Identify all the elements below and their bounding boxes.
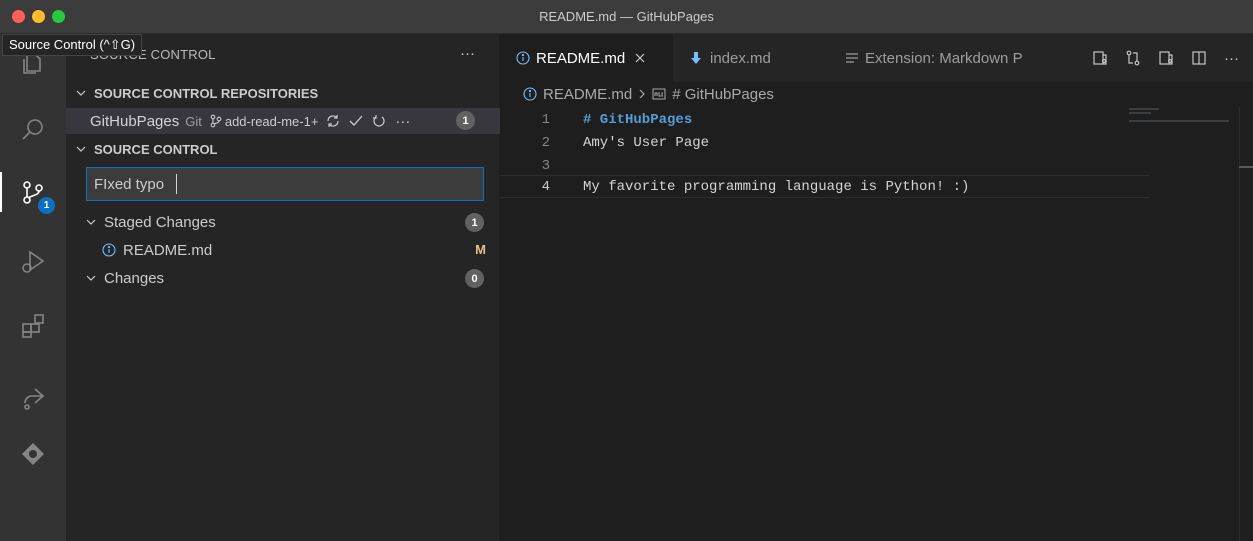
changes-count-badge: 0 [465, 269, 484, 288]
open-preview-side-button[interactable] [1158, 50, 1174, 66]
repo-provider: Git [185, 113, 202, 129]
breadcrumb: README.md # GitHubPages [500, 82, 774, 106]
code-editor[interactable]: 1 # GitHubPages 2 Amy's User Page 3 4 My… [500, 106, 1253, 541]
tab-extension-label: Extension: Markdown P [865, 49, 1023, 67]
branch-icon [210, 114, 222, 128]
changes-header[interactable]: Changes 0 [66, 265, 500, 291]
open-changes-button[interactable] [1125, 50, 1141, 66]
open-preview-button[interactable] [1092, 50, 1108, 66]
chevron-right-icon [639, 89, 646, 99]
repo-more-button[interactable]: ··· [395, 113, 410, 130]
run-debug-icon [22, 250, 45, 273]
staged-file-name: README.md [123, 241, 213, 259]
scroll-position-marker [1239, 166, 1253, 168]
staged-count-badge: 1 [465, 213, 484, 232]
gitlens-icon [22, 443, 44, 465]
search-icon [22, 119, 43, 140]
preview-side-icon [1159, 51, 1173, 65]
staged-file-row[interactable]: README.md M [66, 237, 500, 263]
line-text: # GitHubPages [583, 111, 693, 128]
branch-name: add-read-me-1+ [224, 113, 319, 129]
extensions-icon [22, 314, 44, 338]
tab-readme-label: README.md [536, 49, 626, 67]
breadcrumb-file[interactable]: README.md [543, 86, 632, 103]
commit-check-icon[interactable] [349, 114, 363, 128]
chevron-down-icon [86, 275, 96, 281]
changes-label: Changes [104, 269, 165, 287]
info-icon [102, 243, 116, 257]
text-cursor [176, 174, 177, 194]
sync-icon[interactable] [326, 114, 340, 128]
commit-message-input[interactable] [86, 167, 484, 201]
repositories-section-header[interactable]: SOURCE CONTROL REPOSITORIES [66, 81, 500, 105]
run-debug-button[interactable] [0, 232, 66, 292]
line-number: 2 [541, 134, 550, 151]
source-control-tooltip: Source Control (^⇧G) [2, 34, 143, 56]
code-line: 2 Amy's User Page [500, 131, 1150, 154]
list-icon [846, 53, 858, 63]
source-control-badge: 1 [38, 197, 55, 214]
line-text: My favorite programming language is Pyth… [583, 178, 970, 195]
git-compare-icon [1126, 50, 1140, 66]
tab-index[interactable]: index.md [673, 34, 825, 82]
info-icon [523, 87, 537, 101]
search-button[interactable] [0, 100, 66, 160]
chevron-down-icon [76, 146, 86, 152]
extensions-button[interactable] [0, 296, 66, 356]
editor-actions: ··· [1092, 34, 1253, 82]
activity-bar: 1 [0, 34, 66, 541]
chevron-down-icon [86, 219, 96, 225]
live-share-icon [24, 388, 45, 410]
split-editor-button[interactable] [1191, 50, 1207, 66]
tab-index-label: index.md [710, 49, 771, 67]
breadcrumb-symbol[interactable]: # GitHubPages [672, 86, 774, 103]
live-share-button[interactable] [0, 368, 66, 428]
preview-icon [1093, 51, 1107, 65]
source-control-section-header[interactable]: SOURCE CONTROL [66, 137, 500, 161]
string-symbol-icon [652, 88, 666, 100]
window-title: README.md — GitHubPages [539, 9, 714, 24]
code-line: 1 # GitHubPages [500, 108, 1150, 131]
split-editor-icon [1192, 51, 1206, 65]
modified-status-badge: M [475, 242, 486, 257]
branch-button[interactable]: add-read-me-1+ [210, 113, 319, 129]
staged-changes-header[interactable]: Staged Changes 1 [66, 209, 500, 235]
repo-name: GitHubPages [90, 112, 180, 130]
line-number: 1 [541, 111, 550, 128]
current-code-line: 4 My favorite programming language is Py… [500, 175, 1150, 198]
staged-changes-label: Staged Changes [104, 213, 216, 231]
minimap[interactable] [1129, 106, 1239, 146]
repositories-section-label: SOURCE CONTROL REPOSITORIES [94, 85, 319, 101]
editor-tabs: README.md index.md Extension: Markdown P… [500, 34, 1253, 82]
repo-count-badge: 1 [456, 111, 475, 130]
repository-row[interactable]: GitHubPages Git add-read-me-1+ ··· 1 [66, 108, 500, 134]
tab-readme[interactable]: README.md [500, 34, 673, 82]
title-bar: README.md — GitHubPages [0, 0, 1253, 34]
source-control-section-label: SOURCE CONTROL [94, 141, 218, 157]
line-number: 3 [541, 157, 550, 174]
line-number: 4 [541, 178, 550, 195]
info-icon [516, 51, 530, 65]
tab-extension[interactable]: Extension: Markdown P [825, 34, 1042, 82]
gitlens-button[interactable] [0, 424, 66, 484]
sidebar-more-button[interactable]: ··· [460, 45, 475, 62]
editor-scrollbar[interactable] [1239, 106, 1253, 541]
line-text: Amy's User Page [583, 134, 710, 151]
editor-more-button[interactable]: ··· [1224, 50, 1239, 67]
refresh-icon[interactable] [372, 114, 386, 128]
source-control-button[interactable]: 1 [0, 162, 66, 222]
close-icon[interactable] [634, 52, 646, 64]
chevron-down-icon [76, 90, 86, 96]
markdown-icon [691, 52, 701, 64]
source-control-sidebar: SOURCE CONTROL ··· SOURCE CONTROL REPOSI… [66, 34, 500, 541]
code-line: 3 [500, 154, 1150, 177]
